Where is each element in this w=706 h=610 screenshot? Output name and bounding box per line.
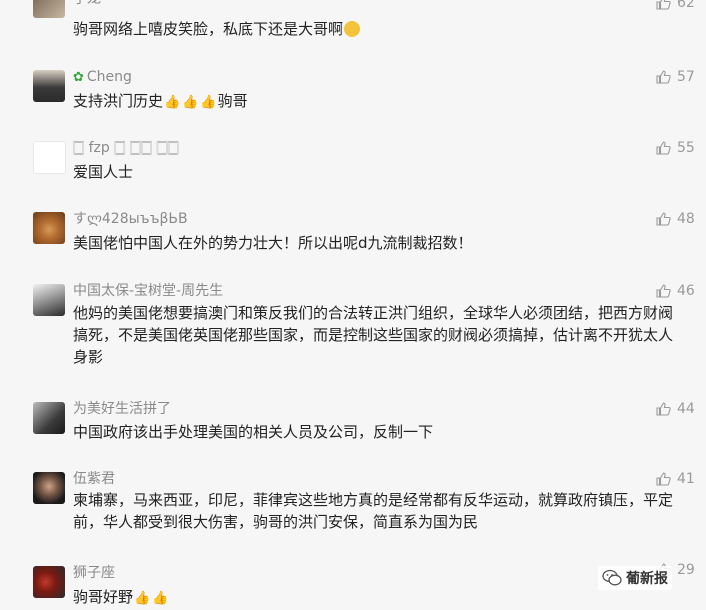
- like-count: 44: [677, 401, 695, 417]
- thumbs-up-emoji-icon: 👍: [164, 95, 181, 110]
- thumbs-up-icon: [656, 212, 671, 226]
- like-count: 55: [677, 140, 695, 156]
- comment-text: 支持洪门历史👍 👍 👍驹哥: [73, 92, 248, 110]
- like-count: 57: [677, 69, 695, 85]
- avatar[interactable]: [33, 70, 65, 102]
- like-count: 46: [677, 283, 695, 299]
- comment-text: 驹哥网络上嘻皮笑脸，私底下还是大哥啊: [73, 18, 673, 40]
- watermark-text: 葡新报: [626, 571, 668, 587]
- watermark: 葡新报: [598, 566, 672, 590]
- avatar[interactable]: [33, 566, 65, 598]
- comment-author: すლ428ыъъβЬB: [73, 211, 188, 227]
- thumbs-up-emoji-icon: 👍: [200, 95, 217, 110]
- comment-author: ✿ Cheng: [73, 69, 132, 85]
- like-button[interactable]: 48: [655, 210, 695, 228]
- thumbs-up-icon: [656, 0, 671, 10]
- avatar[interactable]: [33, 472, 65, 504]
- like-count: 29: [677, 562, 695, 578]
- thumbs-up-icon: [656, 141, 671, 155]
- comment-author: 中国太保-宝树堂-周先生: [73, 283, 224, 299]
- like-button[interactable]: 62: [655, 0, 695, 12]
- like-button[interactable]: 55: [655, 139, 695, 157]
- like-count: 41: [677, 471, 695, 487]
- comment-author: 🀆 fzp 🀆 🀆🀆 🀆🀆: [73, 140, 179, 156]
- avatar[interactable]: [33, 141, 66, 174]
- avatar[interactable]: [33, 284, 65, 316]
- thumbs-up-emoji-icon: 👍: [152, 591, 169, 606]
- thumbs-up-icon: [656, 472, 671, 486]
- like-button[interactable]: 44: [655, 400, 695, 418]
- like-button[interactable]: 57: [655, 68, 695, 86]
- comment-author: 为美好生活拼了: [73, 401, 171, 417]
- comment-text: 中国政府该出手处理美国的相关人员及公司，反制一下: [73, 423, 434, 441]
- like-button[interactable]: 46: [655, 282, 695, 300]
- thumbs-up-icon: [656, 70, 671, 84]
- comment-text: 他妈的美国佬想要搞澳门和策反我们的合法转正洪门组织，全球华人必须团结，把西方财阀…: [73, 304, 674, 366]
- comment-text: 美国佬怕中国人在外的势力壮大！所以出呢d九流制裁招数！: [73, 234, 473, 252]
- like-button[interactable]: 41: [655, 470, 695, 488]
- comment-text: 爱国人士: [73, 163, 134, 181]
- thumbs-up-emoji-icon: 👍: [182, 95, 199, 110]
- avatar[interactable]: [33, 0, 65, 18]
- thumbs-up-emoji-icon: 👍: [134, 591, 151, 606]
- comment-author: 伍紫君: [73, 471, 115, 487]
- avatar[interactable]: [33, 402, 65, 434]
- laughing-tears-emoji-icon: [344, 21, 361, 37]
- thumbs-up-icon: [656, 402, 671, 416]
- comment-author: 狮子座: [73, 565, 115, 581]
- like-count: 48: [677, 211, 695, 227]
- clover-icon: ✿: [73, 70, 84, 85]
- comment-author: 子龙: [73, 0, 101, 8]
- comment-text: 驹哥好野👍 👍: [73, 588, 169, 606]
- comment-text: 柬埔寨，马来西亚，印尼，菲律宾这些地方真的是经常都有反华运动，就算政府镇压，平定…: [73, 491, 674, 531]
- thumbs-up-icon: [656, 284, 671, 298]
- wechat-icon: [602, 569, 622, 586]
- like-count: 62: [677, 0, 695, 11]
- avatar[interactable]: [33, 212, 65, 244]
